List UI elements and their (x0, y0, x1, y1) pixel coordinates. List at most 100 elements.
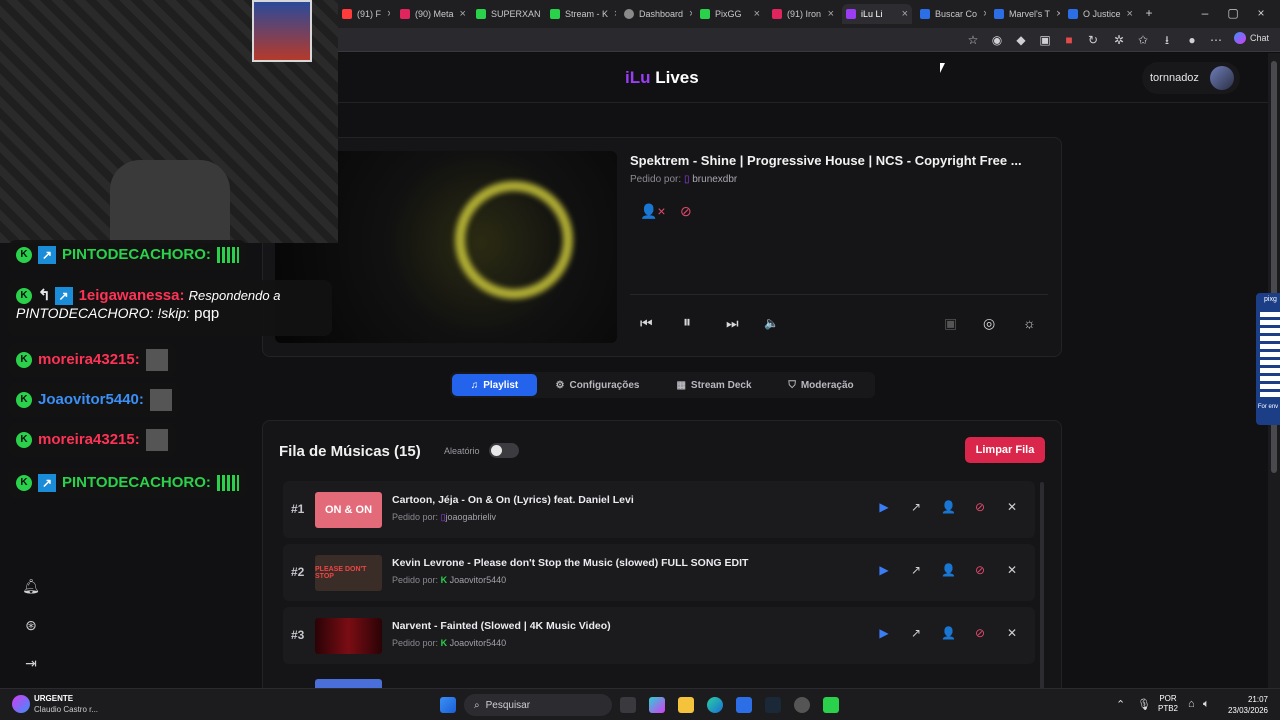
block-icon[interactable]: ⊘ (680, 203, 692, 220)
extension-icon[interactable]: ▣ (1038, 33, 1052, 47)
tab-settings[interactable]: ⚙ Configurações (545, 374, 650, 396)
play-icon[interactable]: ▶ (877, 563, 891, 577)
browser-tab[interactable]: Stream - K× (546, 4, 616, 24)
notification-subtitle: Claudio Castro r... (34, 705, 99, 714)
fullscreen-icon[interactable]: ▣ (944, 314, 957, 332)
tab-moderation[interactable]: ⛉ Moderação (775, 374, 867, 396)
move-to-top-icon[interactable]: ↗ (909, 563, 923, 577)
minimize-icon[interactable]: – (1198, 6, 1212, 20)
taskbar-search[interactable]: ⌕ Pesquisar (464, 694, 612, 716)
queue-scrollbar[interactable] (1040, 482, 1044, 692)
extension-icon[interactable]: ■ (1062, 33, 1076, 47)
logout-icon[interactable]: ⇥ (22, 654, 40, 672)
profile-icon[interactable]: ● (1185, 33, 1199, 47)
news-icon[interactable] (12, 695, 30, 713)
close-icon[interactable]: × (748, 8, 760, 20)
windows-start-icon[interactable] (440, 697, 456, 713)
tab-playlist[interactable]: ♫ Playlist (452, 374, 537, 396)
volume-icon[interactable]: 🔈︎ (1203, 698, 1210, 711)
remove-icon[interactable]: ✕ (1005, 500, 1019, 514)
tab-stream-deck[interactable]: ▦ Stream Deck (664, 374, 764, 396)
previous-track-icon[interactable]: ⏮ (640, 314, 653, 332)
play-icon[interactable]: ▶ (877, 626, 891, 640)
close-icon[interactable]: × (381, 8, 390, 20)
obs-icon[interactable] (794, 697, 810, 713)
chevron-up-icon[interactable]: ⌃ (1116, 698, 1125, 711)
hide-video-icon[interactable]: ◎ (983, 314, 995, 332)
app-logo[interactable]: iLu Lives (625, 68, 699, 88)
browser-tab[interactable]: (90) Meta × (396, 4, 466, 24)
poster-image (252, 0, 312, 62)
emote-icon (145, 429, 168, 451)
move-to-top-icon[interactable]: ↗ (909, 626, 923, 640)
download-icon[interactable]: ⭳ (1160, 33, 1174, 47)
clear-queue-button[interactable]: Limpar Fila (965, 437, 1045, 463)
browser-tab[interactable]: Buscar Co× (916, 4, 986, 24)
favorite-star-icon[interactable]: ☆ (966, 33, 980, 47)
close-icon[interactable]: × (608, 8, 616, 20)
language-indicator[interactable]: POR PTB2 (1158, 694, 1178, 714)
close-icon[interactable]: × (1121, 8, 1133, 20)
browser-tab-active[interactable]: iLu Li × (842, 4, 912, 24)
close-icon[interactable]: × (683, 8, 692, 20)
refresh-icon[interactable]: ↻ (1086, 33, 1100, 47)
block-icon[interactable]: ⊘ (973, 500, 987, 514)
queue-title: Fila de Músicas (15) (279, 443, 421, 460)
play-icon[interactable]: ▶ (877, 500, 891, 514)
search-icon: ⌕ (474, 699, 480, 711)
photos-icon[interactable] (736, 697, 752, 713)
browser-tab[interactable]: (91) Iron × (768, 4, 838, 24)
browser-tab[interactable]: O Justice × (1064, 4, 1134, 24)
ban-user-icon[interactable]: 👤 (941, 563, 956, 577)
task-view-icon[interactable] (620, 697, 636, 713)
browser-tab[interactable]: PixGG × (696, 4, 764, 24)
clock[interactable]: 21:07 23/03/2026 (1224, 694, 1268, 716)
volume-icon[interactable]: 🔈 (764, 314, 779, 332)
ban-user-icon[interactable]: 👤 (941, 500, 956, 514)
block-icon[interactable]: ⊘ (973, 563, 987, 577)
ban-user-icon[interactable]: 👤× (640, 203, 666, 220)
edge-icon[interactable] (707, 697, 723, 713)
remove-icon[interactable]: ✕ (1005, 626, 1019, 640)
track-title: Narvent - Fainted (Slowed | 4K Music Vid… (392, 620, 611, 632)
extensions-puzzle-icon[interactable]: ✲ (1112, 33, 1126, 47)
close-icon[interactable]: × (1050, 8, 1060, 20)
block-icon[interactable]: ⊘ (973, 626, 987, 640)
steam-icon[interactable] (765, 697, 781, 713)
app-icon[interactable] (823, 697, 839, 713)
user-menu[interactable]: tornnadoz (1142, 62, 1240, 94)
copilot-chat-button[interactable]: Chat (1234, 32, 1269, 44)
shuffle-toggle[interactable] (489, 443, 519, 458)
file-explorer-icon[interactable] (678, 697, 694, 713)
network-icon[interactable]: ⌂ (1188, 698, 1195, 710)
ban-user-icon[interactable]: 👤 (941, 626, 956, 640)
extension-icon[interactable]: ◉ (990, 33, 1004, 47)
next-track-icon[interactable]: ⏭ (726, 314, 739, 332)
notification-bell-icon[interactable]: 🔔︎ (22, 577, 40, 595)
new-tab-icon[interactable]: + (1142, 6, 1156, 20)
close-icon[interactable]: × (822, 8, 834, 20)
more-icon[interactable]: ⋯ (1209, 33, 1223, 47)
remove-icon[interactable]: ✕ (1005, 563, 1019, 577)
extension-icon[interactable]: ◆ (1014, 33, 1028, 47)
webcam-overlay (0, 0, 338, 243)
browser-tab[interactable]: SUPERXAN× (472, 4, 542, 24)
favorites-icon[interactable]: ✩ (1136, 33, 1150, 47)
copilot-icon[interactable] (649, 697, 665, 713)
browser-tab[interactable]: (91) F× (338, 4, 390, 24)
copilot-icon (1234, 32, 1246, 44)
close-icon[interactable]: × (454, 8, 466, 20)
move-to-top-icon[interactable]: ↗ (909, 500, 923, 514)
pause-icon[interactable]: ⏸ (683, 314, 691, 332)
brightness-icon[interactable]: ☼ (1023, 314, 1036, 332)
help-icon[interactable]: ⊛ (22, 616, 40, 634)
pix-qr-widget[interactable]: pixg For env (1256, 293, 1280, 425)
maximize-icon[interactable]: ▢ (1226, 6, 1240, 20)
microphone-icon[interactable]: 🎙︎ (1137, 698, 1151, 711)
close-icon[interactable]: × (896, 8, 908, 20)
browser-tab[interactable]: Marvel's T × (990, 4, 1060, 24)
window-close-icon[interactable]: × (1254, 6, 1268, 20)
close-icon[interactable]: × (541, 8, 542, 20)
close-icon[interactable]: × (977, 8, 986, 20)
browser-tab[interactable]: Dashboard× (620, 4, 692, 24)
